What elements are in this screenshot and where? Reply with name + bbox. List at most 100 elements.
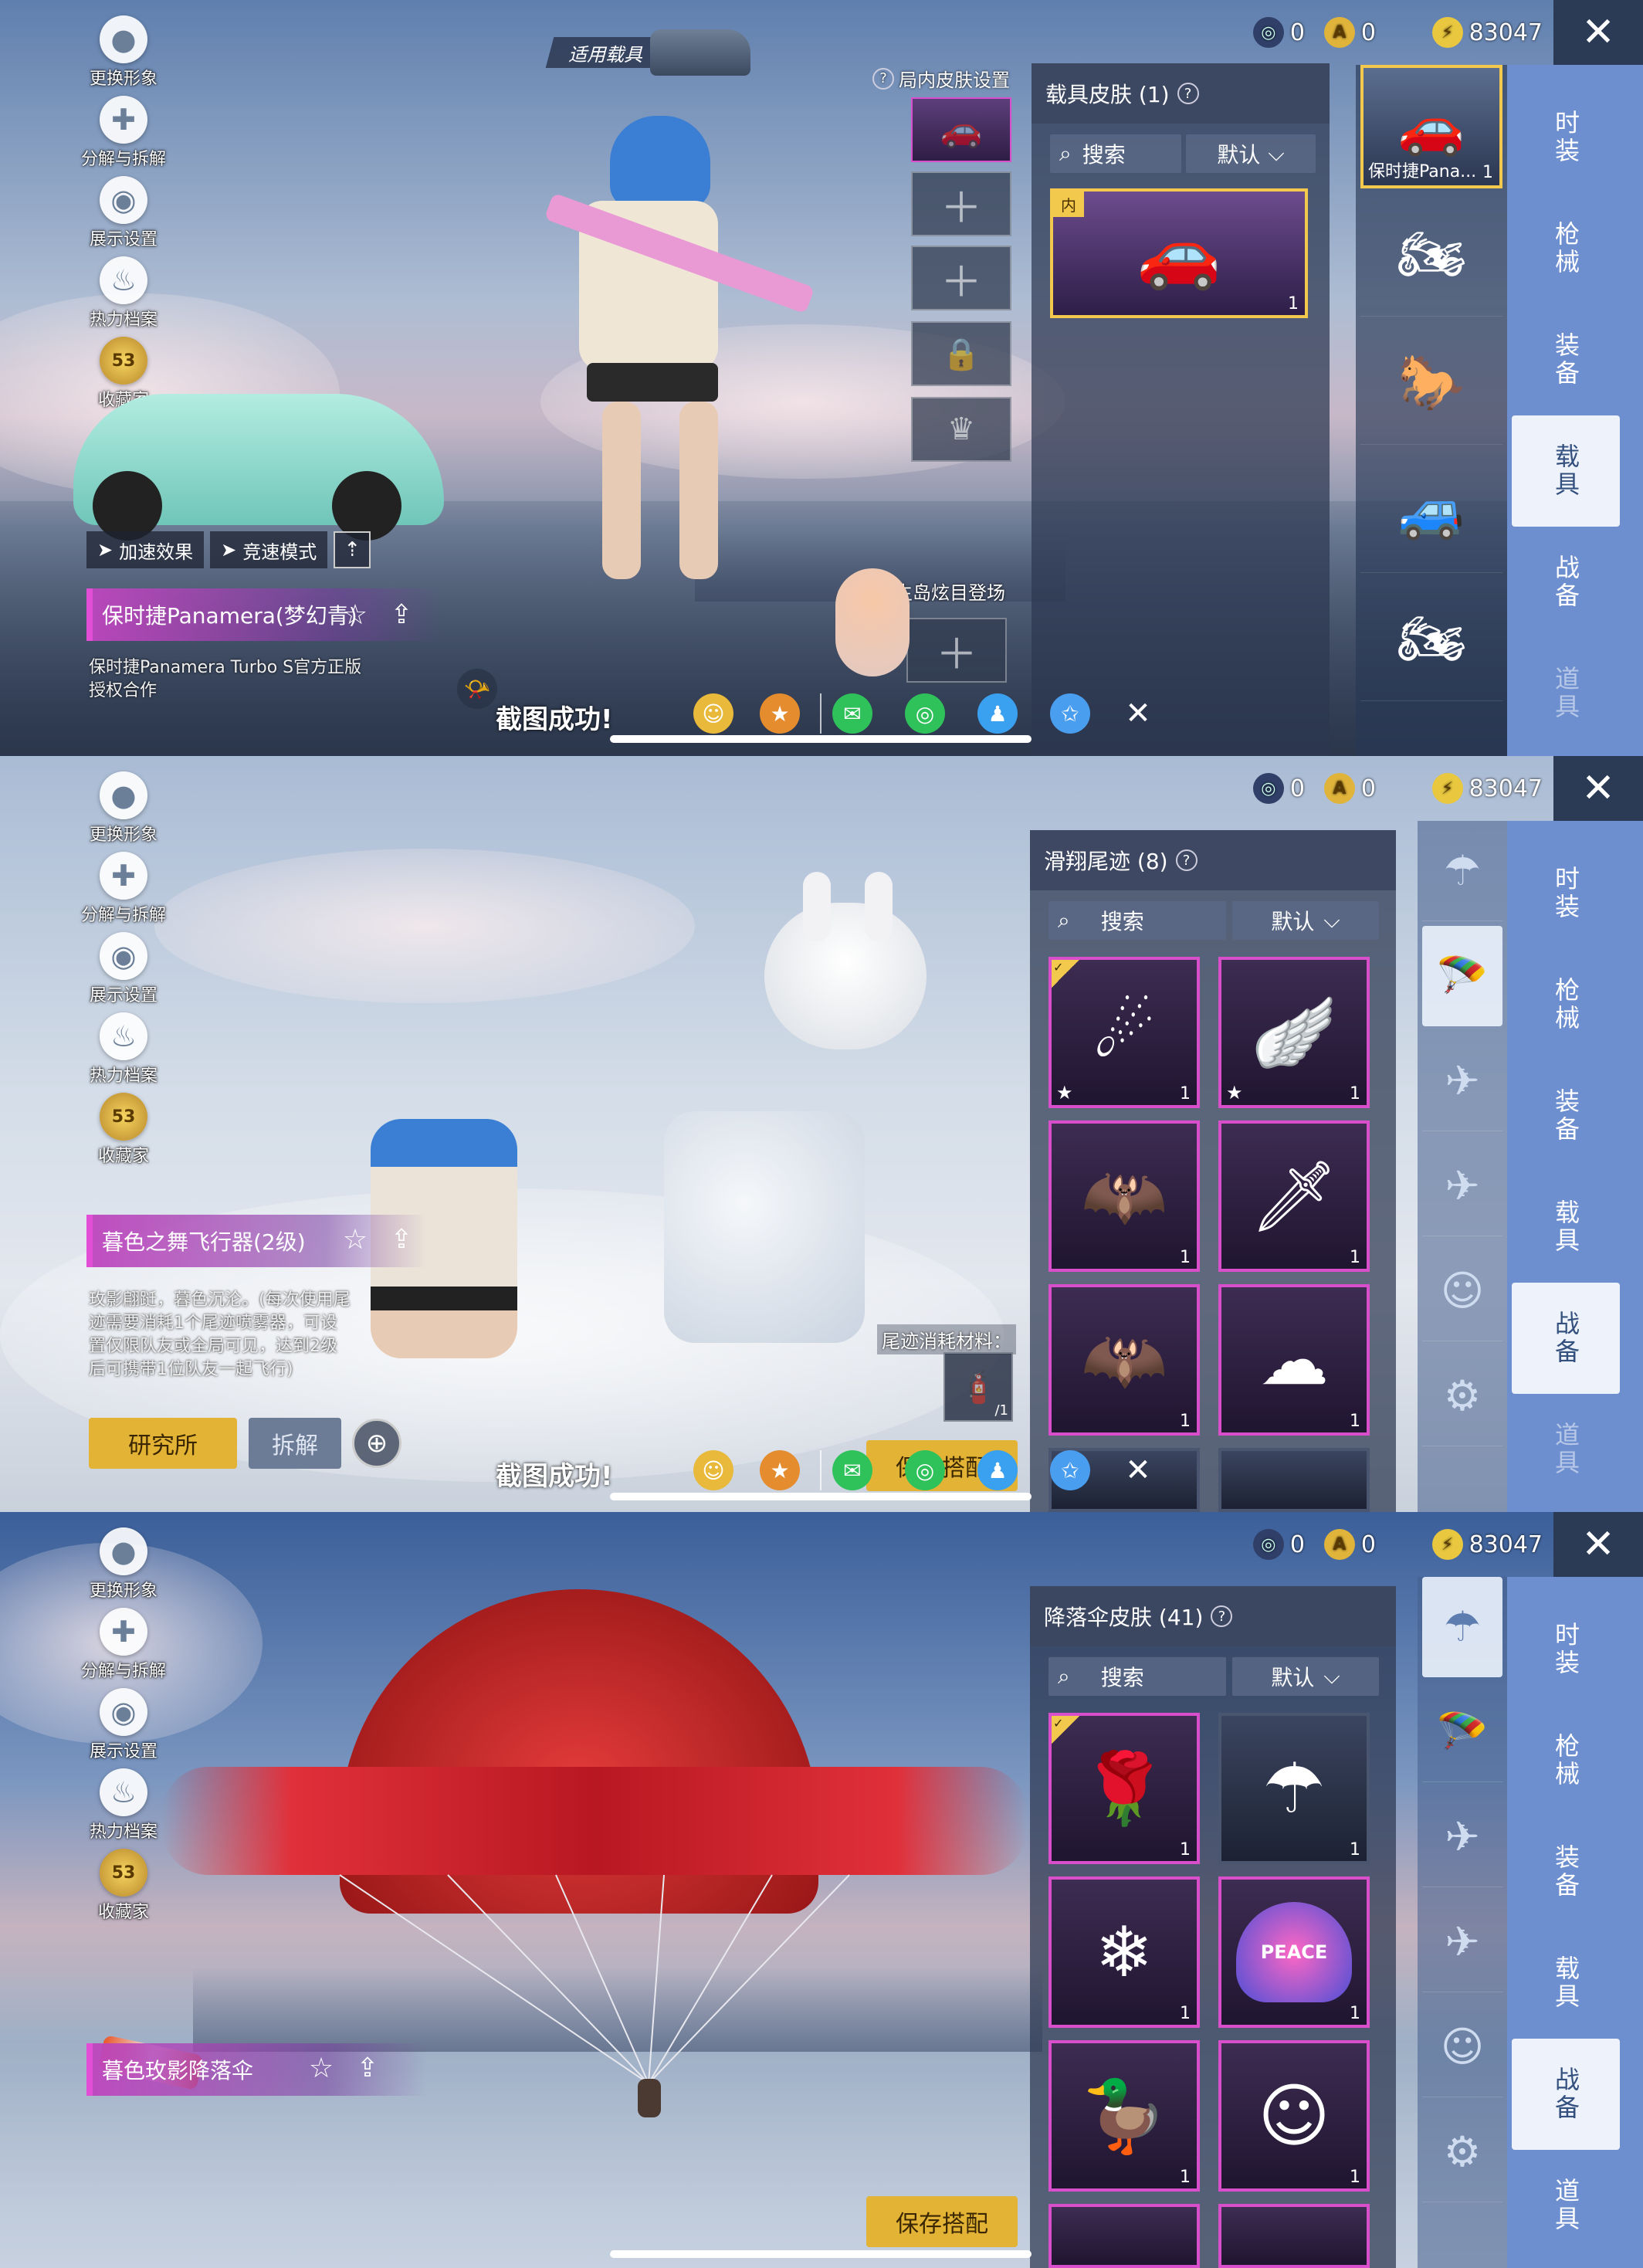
category-fashion[interactable]: 时装	[1512, 1594, 1620, 1705]
moments-icon[interactable]: ◎	[905, 1450, 945, 1490]
vehicle-item-horse[interactable]: 🐎	[1360, 321, 1502, 445]
category-weapons[interactable]: 枪械	[1512, 949, 1620, 1060]
emote-subtab[interactable]: ☺	[1422, 1997, 1502, 2097]
vehicle-item-buggy[interactable]: 🚙	[1360, 449, 1502, 573]
share-peace-elite-icon[interactable]: ★	[760, 693, 800, 734]
help-icon[interactable]: ?	[1211, 1605, 1233, 1627]
display-settings-button[interactable]: ◉ 展示设置	[73, 176, 174, 256]
expand-up-button[interactable]: ⇡	[334, 531, 371, 568]
race-mode-button[interactable]: ➤ 竞速模式	[210, 531, 328, 568]
share-game-friend-icon[interactable]: ☺	[693, 1450, 733, 1490]
category-battle-prep[interactable]: 战备	[1512, 527, 1620, 638]
qq-icon[interactable]: ♟	[977, 693, 1018, 734]
trail-tile[interactable]	[1218, 1448, 1370, 1512]
parachute-tile[interactable]	[1048, 2204, 1200, 2268]
drone-subtab[interactable]: ✈	[1422, 1031, 1502, 1131]
spawn-entrance-slot[interactable]: ＋	[906, 618, 1007, 683]
favorite-star-icon[interactable]: ☆	[338, 1222, 372, 1256]
category-items[interactable]: 道具	[1512, 2150, 1620, 2261]
equipped-skin-slot[interactable]: 🚗	[911, 97, 1011, 162]
category-vehicles[interactable]: 载具	[1512, 1171, 1620, 1283]
change-avatar-button[interactable]: ● 更换形象	[73, 771, 174, 852]
research-button[interactable]: 研究所	[89, 1418, 237, 1469]
category-equipment[interactable]: 装备	[1512, 304, 1620, 415]
qzone-icon[interactable]: ✩	[1050, 1450, 1090, 1490]
display-settings-button[interactable]: ◉ 展示设置	[73, 932, 174, 1012]
share-peace-elite-icon[interactable]: ★	[760, 1450, 800, 1490]
wechat-icon[interactable]: ✉	[832, 1450, 872, 1490]
help-icon[interactable]: ?	[1175, 849, 1198, 871]
search-input[interactable]: ⌕ 搜索	[1048, 1657, 1226, 1696]
category-vehicles[interactable]: 载具	[1512, 415, 1620, 527]
empty-skin-slot[interactable]: ＋	[911, 246, 1011, 310]
close-share-icon[interactable]: ✕	[1118, 1450, 1158, 1490]
in-game-skin-settings[interactable]: ? 局内皮肤设置	[872, 65, 1010, 92]
collector-button[interactable]: 53 收藏家	[73, 1093, 174, 1173]
close-button[interactable]: ✕	[1553, 756, 1643, 821]
category-equipment[interactable]: 装备	[1512, 1060, 1620, 1171]
category-vehicles[interactable]: 载具	[1512, 1927, 1620, 2039]
plane-subtab[interactable]: ✈	[1422, 1892, 1502, 1992]
trail-tile[interactable]: 🦇 1	[1048, 1284, 1200, 1436]
help-icon[interactable]: ?	[1177, 83, 1199, 104]
qq-icon[interactable]: ♟	[977, 1450, 1018, 1490]
parachute-tile[interactable]: 🦆 1	[1048, 2040, 1200, 2192]
category-weapons[interactable]: 枪械	[1512, 193, 1620, 304]
category-fashion[interactable]: 时装	[1512, 82, 1620, 193]
sort-dropdown[interactable]: 默认 ⌵	[1232, 901, 1379, 940]
change-avatar-button[interactable]: ● 更换形象	[73, 1527, 174, 1608]
category-battle-prep[interactable]: 战备	[1512, 2039, 1620, 2150]
category-battle-prep[interactable]: 战备	[1512, 1283, 1620, 1394]
decompose-button[interactable]: ✚ 分解与拆解	[73, 1608, 174, 1688]
heat-profile-button[interactable]: ♨ 热力档案	[73, 1012, 174, 1093]
favorite-star-icon[interactable]: ☆	[304, 2051, 338, 2085]
share-icon[interactable]: ⇪	[351, 2051, 384, 2085]
parachute-tile[interactable]	[1218, 2204, 1370, 2268]
parachute-tile[interactable]: ☂ 1	[1218, 1713, 1370, 1864]
trail-tile[interactable]: ✓ ☄ ★ 1	[1048, 957, 1200, 1108]
search-input[interactable]: ⌕ 搜索	[1048, 901, 1226, 940]
vehicle-item-porsche[interactable]: 🚗 保时捷Pana... 1	[1360, 65, 1502, 188]
parachute-tile[interactable]: ✓ 🌹 1	[1048, 1713, 1200, 1864]
parachute-tile[interactable]: ☺ 1	[1218, 2040, 1370, 2192]
collector-button[interactable]: 53 收藏家	[73, 1849, 174, 1929]
change-avatar-button[interactable]: ● 更换形象	[73, 15, 174, 96]
empty-skin-slot[interactable]: ＋	[911, 171, 1011, 236]
close-button[interactable]: ✕	[1553, 0, 1643, 65]
glide-trail-subtab[interactable]: 🪂	[1422, 926, 1502, 1026]
trail-tile[interactable]: 🪽 ★ 1	[1218, 957, 1370, 1108]
decompose-button[interactable]: ✚ 分解与拆解	[73, 852, 174, 932]
category-equipment[interactable]: 装备	[1512, 1816, 1620, 1927]
display-settings-button[interactable]: ◉ 展示设置	[73, 1688, 174, 1768]
sort-dropdown[interactable]: 默认 ⌵	[1186, 134, 1316, 173]
robot-subtab[interactable]: ⚙	[1422, 1346, 1502, 1446]
qzone-icon[interactable]: ✩	[1050, 693, 1090, 734]
trail-tile[interactable]: 🦇 1	[1048, 1120, 1200, 1272]
trail-tile[interactable]: 🗡 1	[1218, 1120, 1370, 1272]
decompose-button[interactable]: ✚ 分解与拆解	[73, 96, 174, 176]
favorite-star-icon[interactable]: ☆	[338, 598, 372, 632]
locked-crown-slot[interactable]: ♛	[911, 397, 1011, 462]
vehicle-item-motorcycle[interactable]: 🏍	[1360, 193, 1502, 317]
search-input[interactable]: ⌕ 搜索	[1050, 134, 1181, 173]
share-icon[interactable]: ⇪	[384, 1222, 418, 1256]
vehicle-item-dirtbike[interactable]: 🏍	[1360, 578, 1502, 701]
parachute-tile[interactable]: ❄ 1	[1048, 1876, 1200, 2028]
save-loadout-button[interactable]: 保存搭配	[866, 2196, 1018, 2247]
zoom-in-icon[interactable]: ⊕	[352, 1419, 401, 1468]
sort-dropdown[interactable]: 默认 ⌵	[1232, 1657, 1379, 1696]
robot-subtab[interactable]: ⚙	[1422, 2102, 1502, 2202]
trail-material-slot[interactable]: 🧯/1	[943, 1352, 1013, 1422]
share-icon[interactable]: ⇪	[384, 598, 418, 632]
parachute-subtab[interactable]: ☂	[1422, 821, 1502, 921]
category-items[interactable]: 道具	[1512, 638, 1620, 749]
locked-skin-slot[interactable]: 🔒	[911, 321, 1011, 386]
dismantle-button[interactable]: 拆解	[249, 1418, 341, 1469]
heat-profile-button[interactable]: ♨ 热力档案	[73, 256, 174, 337]
share-game-friend-icon[interactable]: ☺	[693, 693, 733, 734]
skin-tile-selected[interactable]: 内 🚗 1	[1050, 188, 1308, 318]
parachute-subtab[interactable]: ☂	[1422, 1577, 1502, 1677]
plane-subtab[interactable]: ✈	[1422, 1136, 1502, 1236]
category-items[interactable]: 道具	[1512, 1394, 1620, 1505]
emote-subtab[interactable]: ☺	[1422, 1241, 1502, 1341]
